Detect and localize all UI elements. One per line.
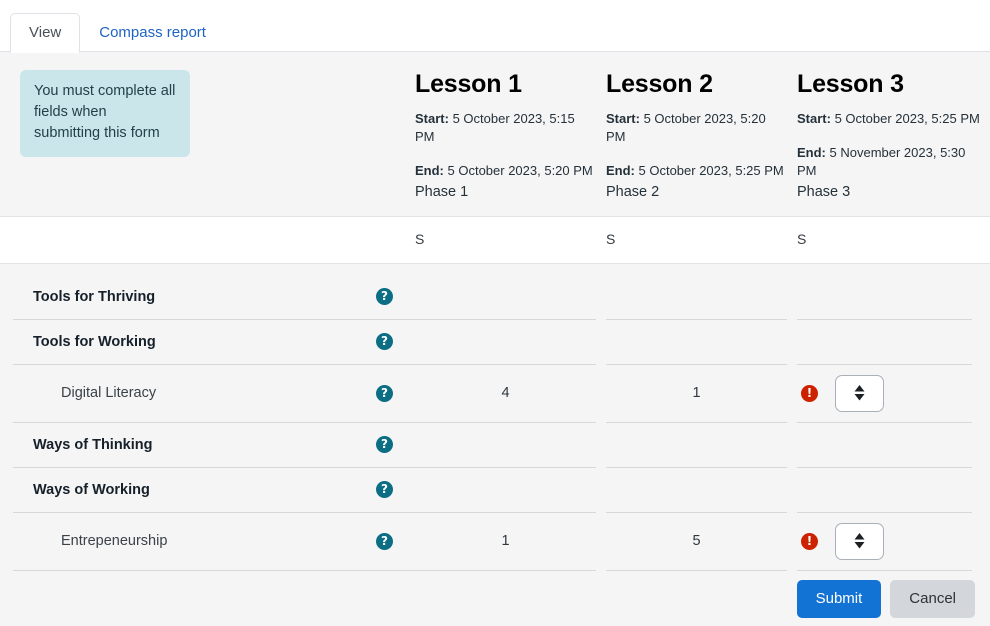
lesson-end: End: 5 October 2023, 5:20 PM Phase 1 — [415, 162, 596, 202]
tab-view-label: View — [29, 24, 62, 41]
criterion-label: Tools for Thriving — [33, 288, 156, 305]
lesson-title: Lesson 1 — [415, 70, 522, 98]
lesson-title: Lesson 3 — [797, 70, 904, 98]
criterion-label-cell: Entrepeneurship ? — [13, 512, 415, 571]
help-icon[interactable]: ? — [376, 436, 393, 453]
end-value: 5 October 2023, 5:20 PM — [443, 163, 593, 178]
value-text: 1 — [692, 385, 701, 401]
grade-select[interactable] — [835, 374, 884, 412]
criterion-label-cell: Ways of Thinking ? — [13, 422, 415, 468]
criterion-label-cell: Ways of Working ? — [13, 467, 415, 513]
value-text: 4 — [501, 385, 510, 401]
value-cell — [606, 274, 787, 320]
start-label: Start: — [797, 111, 831, 126]
submit-button[interactable]: Submit — [796, 580, 882, 618]
chevron-updown-icon — [854, 533, 865, 549]
subheader-cell-2: S — [606, 231, 797, 249]
table-row: Tools for Thriving ? — [0, 264, 990, 320]
lesson-header-3: Lesson 3 Start: 5 October 2023, 5:25 PM … — [797, 70, 990, 202]
table-row: Ways of Thinking ? — [0, 422, 990, 468]
tab-compass-report-label: Compass report — [99, 24, 206, 41]
value-cell — [606, 467, 787, 513]
notice-column: You must complete all fields when submit… — [0, 70, 415, 202]
table-row: Entrepeneurship ? 1 5 ! — [0, 512, 990, 571]
value-cell: ! — [797, 512, 972, 571]
value-cell: 4 — [415, 364, 596, 423]
grade-select[interactable] — [835, 522, 884, 560]
subheader-row: S S S — [0, 217, 990, 264]
end-value: 5 October 2023, 5:25 PM — [634, 163, 784, 178]
value-cell: 1 — [415, 512, 596, 571]
tab-compass-report[interactable]: Compass report — [80, 13, 225, 53]
lesson-start: Start: 5 October 2023, 5:20 PM — [606, 110, 787, 146]
lesson-phase: Phase 3 — [797, 184, 851, 200]
subheader-cell-3: S — [797, 231, 990, 249]
lesson-phase: Phase 2 — [606, 184, 660, 200]
form-notice: You must complete all fields when submit… — [20, 70, 190, 157]
end-label: End: — [797, 145, 826, 160]
value-text: 1 — [501, 533, 510, 549]
value-cell: ! — [797, 364, 972, 423]
criterion-label: Digital Literacy — [61, 385, 157, 401]
help-icon[interactable]: ? — [376, 288, 393, 305]
lesson-header-2: Lesson 2 Start: 5 October 2023, 5:20 PM … — [606, 70, 797, 202]
subheader-label: S — [415, 231, 425, 247]
criterion-label: Ways of Thinking — [33, 436, 153, 453]
form-actions: Submit Cancel — [0, 570, 990, 626]
value-cell: 5 — [606, 512, 787, 571]
lesson-end: End: 5 October 2023, 5:25 PM Phase 2 — [606, 162, 787, 202]
value-cell — [415, 274, 596, 320]
criterion-label-cell: Digital Literacy ? — [13, 364, 415, 423]
end-label: End: — [415, 163, 444, 178]
value-cell — [797, 467, 972, 513]
criteria-rows: Tools for Thriving ? Tools for Working ? — [0, 264, 990, 571]
lesson-start: Start: 5 October 2023, 5:25 PM — [797, 110, 980, 128]
help-icon[interactable]: ? — [376, 384, 393, 402]
lesson-header-band: You must complete all fields when submit… — [0, 52, 990, 217]
table-row: Ways of Working ? — [0, 467, 990, 513]
value-cell — [606, 422, 787, 468]
start-label: Start: — [415, 111, 449, 126]
tab-view[interactable]: View — [10, 13, 81, 53]
help-icon[interactable]: ? — [376, 532, 393, 550]
value-text: 5 — [692, 533, 701, 549]
value-cell — [415, 467, 596, 513]
lesson-header-1: Lesson 1 Start: 5 October 2023, 5:15 PM … — [415, 70, 606, 202]
criterion-label: Ways of Working — [33, 481, 150, 498]
criterion-label-cell: Tools for Working ? — [13, 319, 415, 365]
table-row: Tools for Working ? — [0, 319, 990, 365]
value-cell: 1 — [606, 364, 787, 423]
help-icon[interactable]: ? — [376, 333, 393, 350]
value-cell — [797, 422, 972, 468]
value-cell — [797, 319, 972, 365]
lesson-title: Lesson 2 — [606, 70, 713, 98]
start-value: 5 October 2023, 5:25 PM — [830, 111, 980, 126]
value-cell — [797, 274, 972, 320]
subheader-label: S — [606, 231, 616, 247]
subheader-cell-1: S — [415, 231, 606, 249]
value-cell — [606, 319, 787, 365]
start-label: Start: — [606, 111, 640, 126]
lesson-phase: Phase 1 — [415, 184, 469, 200]
end-label: End: — [606, 163, 635, 178]
table-row: Digital Literacy ? 4 1 ! — [0, 364, 990, 423]
error-icon: ! — [801, 384, 818, 402]
tab-bar: View Compass report — [0, 0, 990, 53]
help-icon[interactable]: ? — [376, 481, 393, 498]
value-cell — [415, 319, 596, 365]
criterion-label: Entrepeneurship — [61, 533, 168, 549]
grading-sheet: You must complete all fields when submit… — [0, 52, 990, 626]
criterion-label-cell: Tools for Thriving ? — [13, 274, 415, 320]
error-icon: ! — [801, 532, 818, 550]
lesson-end: End: 5 November 2023, 5:30 PM Phase 3 — [797, 144, 980, 202]
value-cell — [415, 422, 596, 468]
criterion-label: Tools for Working — [33, 333, 156, 350]
subheader-label: S — [797, 231, 807, 247]
chevron-updown-icon — [854, 385, 865, 401]
cancel-button[interactable]: Cancel — [890, 580, 975, 618]
lesson-start: Start: 5 October 2023, 5:15 PM — [415, 110, 596, 146]
